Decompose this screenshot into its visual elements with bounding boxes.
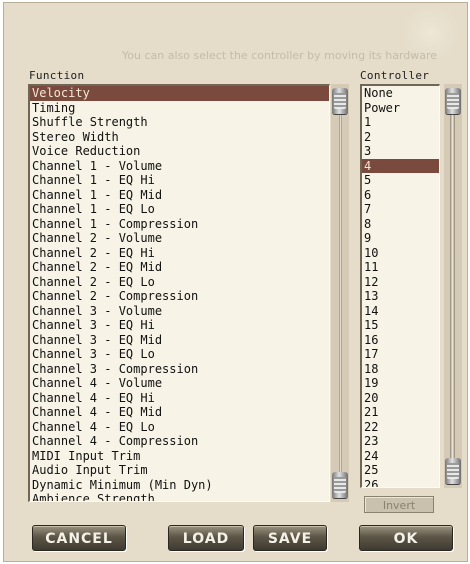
function-scrollbar[interactable]: ▲ — [331, 84, 349, 502]
function-list-item[interactable]: Channel 1 - EQ Lo — [30, 202, 329, 217]
scroll-thumb-bottom-handle[interactable] — [445, 458, 461, 484]
controller-list-item[interactable]: 17 — [362, 347, 439, 362]
function-list-item[interactable]: Channel 1 - EQ Hi — [30, 173, 329, 188]
function-list-item[interactable]: Velocity — [30, 86, 329, 101]
controller-column-label: Controller — [360, 69, 430, 82]
function-list-item[interactable]: Channel 4 - EQ Lo — [30, 420, 329, 435]
controller-scrollbar[interactable] — [444, 84, 462, 488]
function-list-item[interactable]: MIDI Input Trim — [30, 449, 329, 464]
controller-list-item[interactable]: Power — [362, 101, 439, 116]
scroll-track[interactable] — [450, 114, 455, 458]
controller-list-item[interactable]: 11 — [362, 260, 439, 275]
function-list-item[interactable]: Channel 3 - Volume — [30, 304, 329, 319]
invert-button[interactable]: Invert — [364, 496, 434, 513]
controller-list-item[interactable]: 18 — [362, 362, 439, 377]
function-list-item[interactable]: Dynamic Minimum (Min Dyn) — [30, 478, 329, 493]
scroll-thumb-top-handle[interactable] — [445, 88, 461, 114]
function-list-item[interactable]: Ambience Strength — [30, 492, 329, 501]
function-column-label: Function — [29, 69, 85, 82]
load-button[interactable]: LOAD — [168, 525, 244, 551]
controller-assignment-dialog: You can also select the controller by mo… — [3, 2, 468, 562]
function-list-item[interactable]: Channel 1 - EQ Mid — [30, 188, 329, 203]
function-list-item[interactable]: Channel 2 - Compression — [30, 289, 329, 304]
function-list-item[interactable]: Stereo Width — [30, 130, 329, 145]
function-list-item[interactable]: Channel 4 - Compression — [30, 434, 329, 449]
function-list-item[interactable]: Audio Input Trim — [30, 463, 329, 478]
controller-list-item[interactable]: 1 — [362, 115, 439, 130]
controller-list-item[interactable]: 24 — [362, 449, 439, 464]
function-list-item[interactable]: Channel 4 - Volume — [30, 376, 329, 391]
controller-list-item[interactable]: None — [362, 86, 439, 101]
function-list-item[interactable]: Channel 4 - EQ Hi — [30, 391, 329, 406]
controller-list-item[interactable]: 19 — [362, 376, 439, 391]
controller-list-item[interactable]: 8 — [362, 217, 439, 232]
function-list[interactable]: Velocity Timing Shuffle Strength Stereo Wid… — [28, 84, 330, 502]
ok-button[interactable]: OK — [359, 525, 453, 551]
scroll-thumb-top-handle[interactable] — [332, 88, 348, 114]
controller-list-item[interactable]: 5 — [362, 173, 439, 188]
controller-list-item[interactable]: 22 — [362, 420, 439, 435]
function-list-item[interactable]: Channel 1 - Volume — [30, 159, 329, 174]
controller-list-item[interactable]: 23 — [362, 434, 439, 449]
controller-list-item[interactable]: 13 — [362, 289, 439, 304]
controller-list-item[interactable]: 9 — [362, 231, 439, 246]
controller-list-item[interactable]: 15 — [362, 318, 439, 333]
controller-list-item[interactable]: 2 — [362, 130, 439, 145]
function-list-item[interactable]: Channel 3 - EQ Mid — [30, 333, 329, 348]
controller-list-item[interactable]: 7 — [362, 202, 439, 217]
function-list-item[interactable]: Channel 1 - Compression — [30, 217, 329, 232]
hardware-hint-text: You can also select the controller by mo… — [122, 49, 438, 62]
function-list-item[interactable]: Timing — [30, 101, 329, 116]
controller-list-items: None Power 1 2 3 4 5 6 7 8 9 10 11 12 13 14 15 16 17 18 19 20… — [362, 86, 439, 488]
save-button[interactable]: SAVE — [253, 525, 327, 551]
controller-list-item[interactable]: 20 — [362, 391, 439, 406]
function-list-item[interactable]: Channel 3 - EQ Hi — [30, 318, 329, 333]
function-list-item[interactable]: Channel 2 - EQ Lo — [30, 275, 329, 290]
function-list-item[interactable]: Channel 2 - Volume — [30, 231, 329, 246]
controller-list-item[interactable]: 10 — [362, 246, 439, 261]
controller-list-item[interactable]: 4 — [362, 158, 439, 173]
controller-list-item[interactable]: 14 — [362, 304, 439, 319]
function-list-item[interactable]: Shuffle Strength — [30, 115, 329, 130]
controller-list-item[interactable]: 6 — [362, 188, 439, 203]
function-list-items: Velocity Timing Shuffle Strength Stereo Wid… — [30, 86, 329, 501]
controller-list-item[interactable]: 12 — [362, 275, 439, 290]
function-list-item[interactable]: Channel 2 - EQ Hi — [30, 246, 329, 261]
controller-list-item[interactable]: 26 — [362, 478, 439, 488]
function-list-item[interactable]: Channel 2 - EQ Mid — [30, 260, 329, 275]
function-list-item[interactable]: Voice Reduction — [30, 144, 329, 159]
function-list-item[interactable]: Channel 3 - EQ Lo — [30, 347, 329, 362]
scroll-track[interactable] — [339, 114, 342, 472]
function-list-item[interactable]: Channel 4 - EQ Mid — [30, 405, 329, 420]
controller-list-item[interactable]: 21 — [362, 405, 439, 420]
controller-list[interactable]: None Power 1 2 3 4 5 6 7 8 9 10 11 12 13 14 15 16 17 18 19 20… — [360, 84, 440, 488]
function-list-item[interactable]: Channel 3 - Compression — [30, 362, 329, 377]
controller-list-item[interactable]: 25 — [362, 463, 439, 478]
cancel-button[interactable]: CANCEL — [32, 525, 126, 551]
controller-list-item[interactable]: 3 — [362, 144, 439, 159]
controller-list-item[interactable]: 16 — [362, 333, 439, 348]
scroll-thumb-bottom-handle[interactable] — [332, 472, 348, 498]
